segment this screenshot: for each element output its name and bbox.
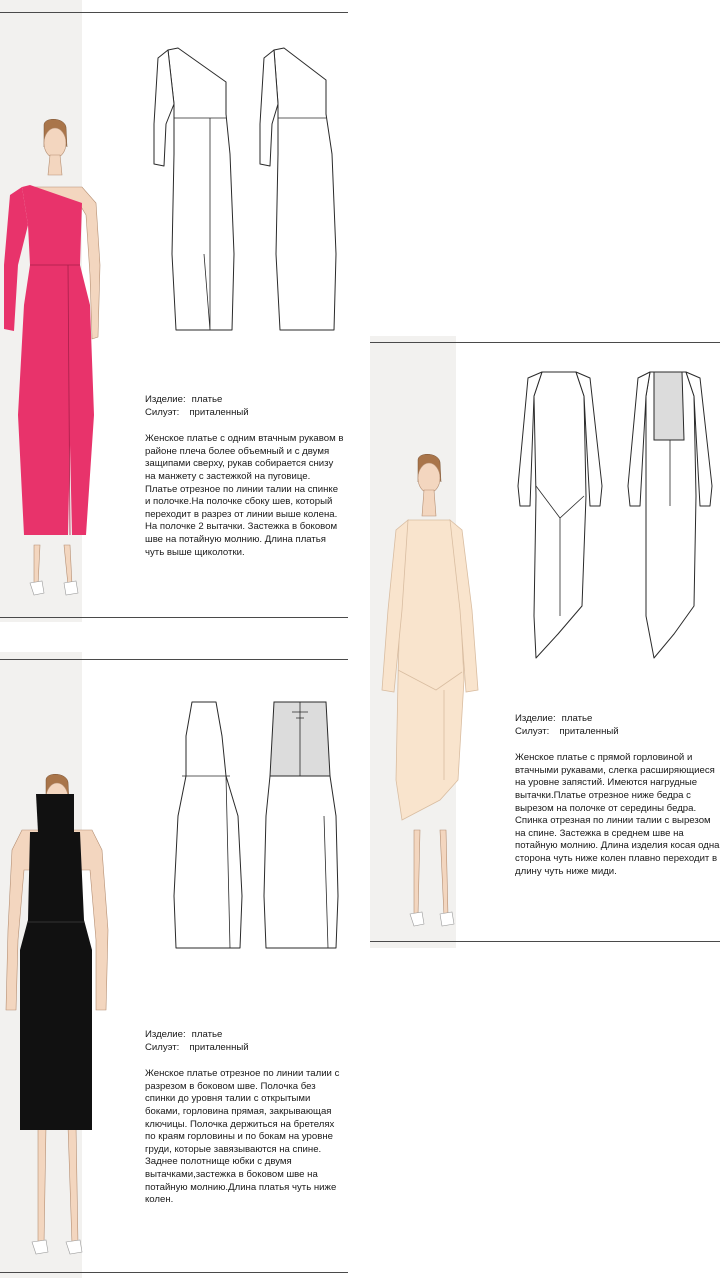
sheet-black-dress: Изделие: платье Силуэт: приталенный Женс…: [0, 652, 348, 1278]
product-row: Изделие: платье: [515, 713, 720, 726]
description: Женское платье отрезное по линии талии с…: [145, 1068, 340, 1206]
dress-shape: [395, 519, 465, 821]
flat-sketch-back: [627, 371, 713, 659]
fashion-figure-beige: [381, 454, 479, 927]
product-row: Изделие: платье: [145, 1029, 347, 1042]
product-row: Изделие: платье: [145, 394, 345, 407]
silhouette-row: Силуэт: приталенный: [145, 407, 345, 420]
dress-shape: [36, 794, 74, 832]
flat-sketch-back: [259, 47, 337, 331]
silhouette-value: приталенный: [189, 406, 249, 418]
product-value: платье: [191, 1029, 223, 1040]
sheet-info: Изделие: платье Силуэт: приталенный Женс…: [145, 394, 345, 559]
fashion-figure-black: [5, 774, 109, 1255]
bottom-rule: [370, 941, 720, 942]
fashion-figure-pink: [4, 119, 101, 596]
dress-shape: [18, 185, 94, 535]
silhouette-label: Силуэт:: [145, 406, 180, 418]
flat-sketch-front: [173, 701, 243, 949]
flat-sketch-front: [153, 47, 235, 331]
product-value: платье: [191, 394, 223, 405]
top-rule: [370, 342, 720, 343]
silhouette-value: приталенный: [189, 1041, 249, 1053]
sheet-pink-dress: Изделие: платье Силуэт: приталенный Женс…: [0, 0, 348, 622]
description: Женское платье с прямой горловиной и вта…: [515, 752, 720, 877]
flat-sketch-front: [517, 371, 603, 659]
description: Женское платье с одним втачным рукавом в…: [145, 433, 344, 558]
silhouette-row: Силуэт: приталенный: [515, 726, 720, 739]
product-label: Изделие:: [515, 713, 556, 724]
sheet-beige-dress: Изделие: платье Силуэт: приталенный Женс…: [370, 336, 720, 948]
bottom-rule: [0, 617, 348, 618]
product-label: Изделие:: [145, 394, 186, 405]
silhouette-row: Силуэт: приталенный: [145, 1042, 347, 1055]
top-rule: [0, 12, 348, 13]
silhouette-value: приталенный: [559, 725, 619, 737]
sheet-info: Изделие: платье Силуэт: приталенный Женс…: [515, 713, 720, 878]
top-rule: [0, 659, 348, 660]
bottom-rule: [0, 1272, 348, 1273]
product-label: Изделие:: [145, 1029, 186, 1040]
sheet-info: Изделие: платье Силуэт: приталенный Женс…: [145, 1029, 347, 1207]
silhouette-label: Силуэт:: [145, 1041, 180, 1053]
product-value: платье: [561, 713, 593, 724]
silhouette-label: Силуэт:: [515, 725, 550, 737]
flat-sketch-back: [263, 701, 339, 949]
